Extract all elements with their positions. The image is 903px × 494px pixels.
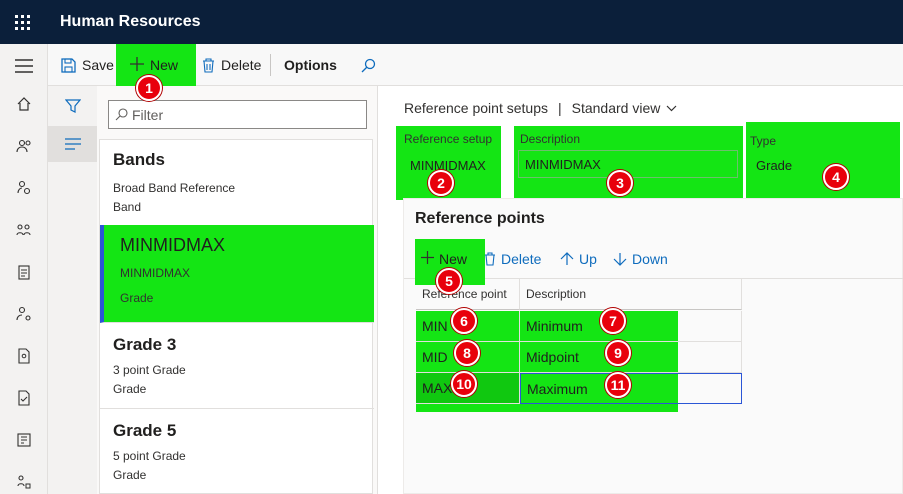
callout-badge: 8: [454, 340, 480, 366]
breadcrumb-page: Reference point setups: [404, 100, 548, 116]
reference-setup-label: Reference setup: [404, 132, 493, 146]
setup-list: Bands Broad Band Reference Band MINMIDMA…: [99, 139, 374, 494]
filter-pane-strip: [48, 86, 97, 494]
column-header-description[interactable]: Description: [520, 279, 742, 310]
callout-badge: 7: [600, 308, 626, 334]
top-bar: Human Resources: [0, 0, 903, 44]
arrow-down-icon: [613, 253, 627, 266]
list-icon: [64, 138, 81, 150]
filter-pane-button[interactable]: [48, 88, 97, 124]
report-icon[interactable]: [14, 430, 34, 450]
save-label: Save: [82, 57, 114, 73]
chevron-down-icon: [666, 105, 677, 111]
type-label: Type: [750, 134, 777, 148]
cell-description-editing[interactable]: Maximum: [520, 373, 742, 404]
app-title: Human Resources: [60, 13, 201, 30]
delete-reference-point-label: Delete: [501, 251, 542, 267]
filter-placeholder: Filter: [132, 106, 164, 123]
list-item-line2: Grade: [113, 382, 147, 396]
list-item-grade-3[interactable]: Grade 3 3 point Grade Grade: [100, 323, 374, 409]
org-chart-icon[interactable]: [14, 472, 34, 492]
reference-points-title: Reference points: [415, 210, 545, 227]
home-icon[interactable]: [14, 94, 34, 114]
people-icon[interactable]: [14, 136, 34, 156]
column-header-reference-point[interactable]: Reference point: [416, 279, 520, 310]
list-item-line1: MINMIDMAX: [120, 266, 190, 280]
callout-badge: 6: [451, 308, 477, 334]
list-item-line2: Band: [113, 200, 142, 214]
delete-button[interactable]: Delete: [202, 44, 261, 86]
app-launcher-icon[interactable]: [0, 0, 44, 44]
team-icon[interactable]: [14, 220, 34, 240]
list-item-line1: 3 point Grade: [113, 363, 186, 377]
breadcrumb: Reference point setups | Standard view: [404, 100, 677, 116]
trash-icon: [203, 57, 214, 73]
reference-setup-value: MINMIDMAX: [410, 158, 486, 173]
delete-label: Delete: [221, 57, 262, 73]
filter-input[interactable]: Filter: [108, 100, 367, 129]
action-bar: Save New Delete Options: [48, 44, 903, 104]
type-field: Type Grade: [746, 122, 900, 202]
callout-badge: 10: [451, 371, 477, 397]
search-icon: [115, 108, 128, 121]
callout-badge: 2: [428, 170, 454, 196]
description-label: Description: [520, 132, 581, 146]
person-search-icon[interactable]: [14, 178, 34, 198]
list-view-button[interactable]: [48, 126, 97, 162]
callout-badge: 11: [605, 372, 631, 398]
list-item-title: MINMIDMAX: [120, 235, 225, 255]
toolbar-divider: [270, 54, 271, 76]
funnel-icon: [64, 99, 81, 113]
reference-points-toolbar: New Delete Up Down: [404, 239, 903, 285]
save-icon: [61, 57, 76, 73]
trash-icon: [485, 252, 495, 266]
description-input-value: MINMIDMAX: [525, 156, 601, 172]
list-item-line2: Grade: [113, 468, 147, 482]
view-selector-label: Standard view: [571, 100, 661, 116]
type-value: Grade: [756, 158, 793, 173]
list-item-bands[interactable]: Bands Broad Band Reference Band: [100, 140, 374, 226]
move-up-label: Up: [579, 251, 597, 267]
new-label: New: [150, 57, 179, 73]
cell-description[interactable]: Midpoint: [520, 342, 742, 373]
move-down-button[interactable]: Down: [613, 239, 668, 279]
list-item-line2: Grade: [120, 291, 154, 305]
search-button[interactable]: [361, 44, 376, 86]
options-label: Options: [284, 57, 337, 73]
list-pane: Filter Bands Broad Band Reference Band M…: [97, 86, 378, 494]
callout-badge: 9: [605, 340, 631, 366]
clipboard-icon[interactable]: [14, 262, 34, 282]
options-button[interactable]: Options: [284, 44, 337, 86]
callout-badge: 5: [436, 268, 462, 294]
breadcrumb-separator: |: [557, 100, 562, 116]
save-button[interactable]: Save: [61, 44, 114, 86]
view-selector[interactable]: Standard view: [572, 100, 678, 116]
delete-reference-point-button[interactable]: Delete: [484, 239, 541, 279]
list-item-title: Grade 3: [113, 335, 177, 354]
move-down-label: Down: [632, 251, 668, 267]
navigation-rail: [0, 44, 48, 494]
arrow-up-icon: [560, 252, 574, 265]
add-reference-point-label: New: [439, 251, 468, 267]
list-item-minmidmax[interactable]: MINMIDMAX MINMIDMAX Grade: [100, 225, 374, 323]
callout-badge: 3: [607, 170, 633, 196]
document-person-icon[interactable]: [14, 346, 34, 366]
callout-badge: 1: [136, 75, 162, 101]
hamburger-menu-icon[interactable]: [14, 56, 34, 76]
list-item-title: Grade 5: [113, 421, 177, 440]
list-item-line1: 5 point Grade: [113, 449, 186, 463]
list-item-grade-5[interactable]: Grade 5 5 point Grade Grade: [100, 409, 374, 494]
plus-icon: [130, 57, 144, 71]
document-check-icon[interactable]: [14, 388, 34, 408]
search-icon: [361, 58, 376, 72]
callout-badge: 4: [823, 164, 849, 190]
list-item-title: Bands: [113, 150, 165, 169]
list-item-line1: Broad Band Reference: [113, 181, 236, 195]
plus-icon: [421, 251, 434, 264]
move-up-button[interactable]: Up: [560, 239, 597, 279]
cell-description[interactable]: Minimum: [520, 311, 742, 342]
person-settings-icon[interactable]: [14, 304, 34, 324]
